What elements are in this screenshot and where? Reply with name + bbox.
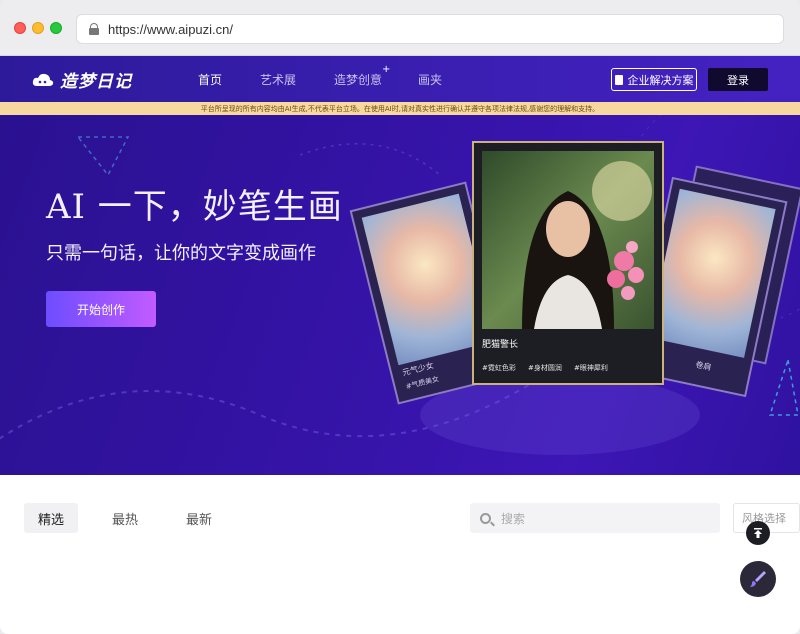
- card-tag: #眼神犀利: [574, 364, 608, 372]
- nav-item-dream-create[interactable]: 造梦创意: [334, 71, 382, 88]
- back-to-top-button[interactable]: [746, 521, 770, 545]
- hero-banner: AI 一下，妙笔生画 只需一句话，让你的文字变成画作 开始创作 元气少女 #气质…: [0, 115, 800, 475]
- card-tag: #身材圆润: [528, 364, 562, 372]
- search-input[interactable]: 搜索: [470, 503, 720, 533]
- card-center-title: 肥猫警长: [482, 340, 519, 350]
- brush-icon: [750, 571, 766, 587]
- browser-chrome: https://www.aipuzi.cn/: [0, 0, 800, 56]
- tab-hottest[interactable]: 最热: [98, 503, 152, 533]
- hero-subtitle: 只需一句话，让你的文字变成画作: [46, 243, 316, 264]
- cloud-logo-icon: [32, 73, 54, 86]
- nav-item-art-exhibition[interactable]: 艺术展: [260, 71, 296, 88]
- nav-item-portfolio[interactable]: 画夹: [418, 71, 442, 88]
- site-logo[interactable]: 造梦日记: [32, 67, 132, 92]
- enterprise-solution-button[interactable]: 企业解决方案: [611, 68, 697, 91]
- anime-girl-image-right: [648, 188, 776, 358]
- maximize-window-button[interactable]: [50, 22, 62, 34]
- showcase-card-center[interactable]: 肥猫警长 #霓虹色彩 #身材圆润 #眼神犀利: [472, 141, 664, 385]
- search-placeholder: 搜索: [501, 511, 526, 526]
- notice-banner: 平台所呈现的所有内容均由AI生成,不代表平台立场。在使用AI时,请对真实性进行确…: [0, 102, 800, 115]
- minimize-window-button[interactable]: [32, 22, 44, 34]
- url-text: https://www.aipuzi.cn/: [108, 21, 233, 37]
- portrait-image: [482, 151, 654, 329]
- tab-newest[interactable]: 最新: [172, 503, 226, 533]
- search-icon: [480, 512, 491, 524]
- login-button[interactable]: 登录: [708, 68, 768, 91]
- new-badge: +: [382, 64, 391, 75]
- logo-text: 造梦日记: [60, 72, 132, 92]
- hero-title: AI 一下，妙笔生画: [46, 187, 343, 227]
- enterprise-label: 企业解决方案: [627, 73, 694, 87]
- card-tag: #霓虹色彩: [482, 364, 516, 372]
- tab-featured[interactable]: 精选: [24, 503, 79, 533]
- draw-button[interactable]: [740, 561, 776, 597]
- arrow-up-icon: [754, 528, 762, 538]
- content-tabs: 精选 最热 最新: [24, 503, 246, 533]
- start-creating-button[interactable]: 开始创作: [46, 291, 156, 327]
- document-icon: [614, 74, 623, 85]
- web-page: 造梦日记 首页 艺术展 造梦创意 + 画夹 企业解决方案 登录 平台所呈现的所有…: [0, 56, 800, 634]
- nav-item-home[interactable]: 首页: [198, 71, 222, 88]
- top-navigation: 造梦日记 首页 艺术展 造梦创意 + 画夹 企业解决方案 登录: [0, 56, 800, 102]
- card-right-label: 卷肩: [694, 360, 713, 373]
- address-bar[interactable]: https://www.aipuzi.cn/: [76, 14, 784, 44]
- close-window-button[interactable]: [14, 22, 26, 34]
- browser-window: https://www.aipuzi.cn/ 造梦日记 首页 艺术展 造梦创意 …: [0, 0, 800, 634]
- lock-icon: [89, 23, 99, 35]
